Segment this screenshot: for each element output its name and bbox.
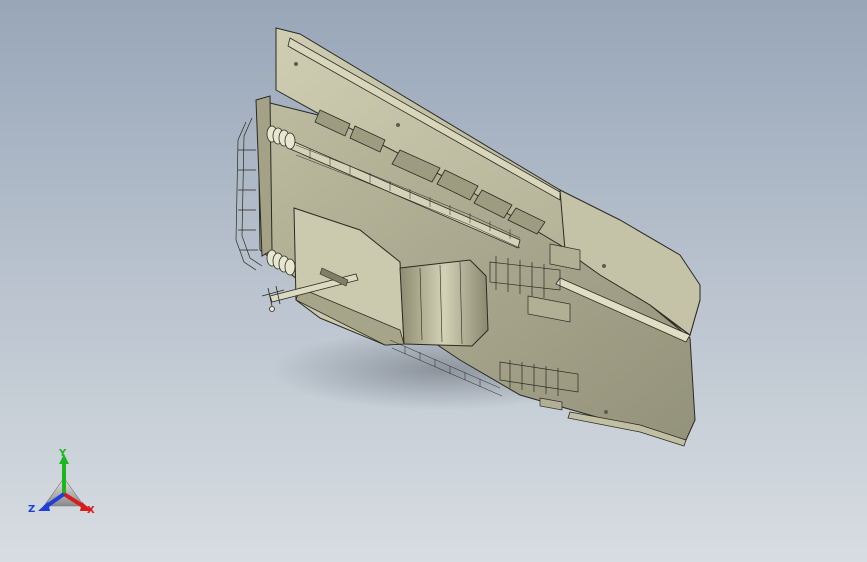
left-end-cap [255,95,273,257]
y-axis-label: Y [59,448,67,459]
view-orientation-triad: Y Z X [26,448,104,524]
3d-model[interactable] [0,0,867,562]
z-axis-label: Z [28,504,36,515]
drum [399,259,489,347]
x-axis-label: X [87,505,95,516]
graphics-viewport[interactable]: Y Z X [0,0,867,562]
z-arrowhead [38,502,50,511]
